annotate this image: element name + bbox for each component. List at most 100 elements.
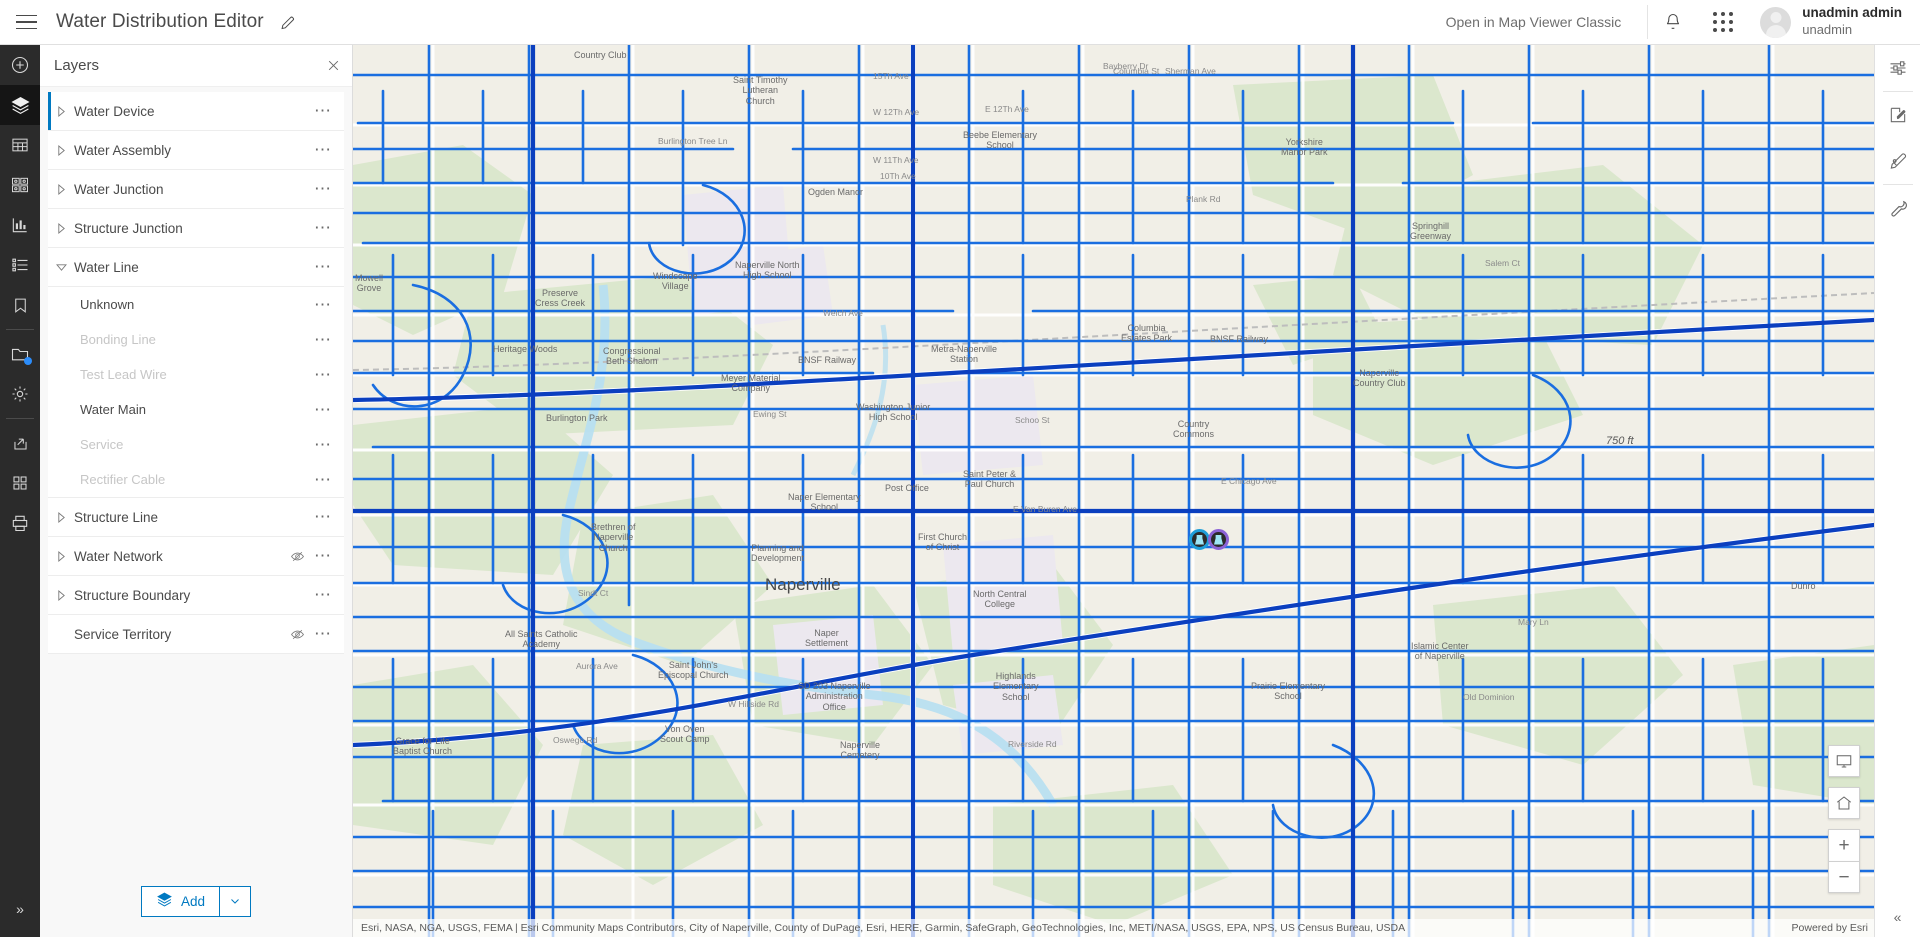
- map-vector-layer: [353, 45, 1874, 937]
- layer-name: Water Junction: [74, 181, 164, 197]
- zoom-in-label: +: [1838, 835, 1850, 856]
- water-device-marker[interactable]: [1189, 529, 1210, 550]
- folder-icon[interactable]: [0, 334, 40, 374]
- avatar: [1760, 6, 1792, 38]
- ellipsis-icon[interactable]: ⋯: [312, 292, 334, 318]
- eye-off-icon[interactable]: [286, 621, 308, 647]
- layer-name: Structure Line: [74, 509, 159, 525]
- layers-icon: [156, 891, 173, 911]
- ellipsis-icon[interactable]: ⋯: [312, 397, 334, 423]
- display-icon[interactable]: [1828, 745, 1860, 777]
- print-icon[interactable]: [0, 503, 40, 543]
- ellipsis-icon[interactable]: ⋯: [312, 467, 334, 493]
- ellipsis-icon[interactable]: ⋯: [312, 432, 334, 458]
- layer-list[interactable]: Water Device ⋯ Water Assembly ⋯ Water Juncti…: [40, 87, 352, 865]
- chevron-down-icon[interactable]: [48, 263, 74, 272]
- ellipsis-icon[interactable]: ⋯: [312, 254, 334, 280]
- layers-title: Layers: [54, 57, 100, 74]
- chevron-right-icon[interactable]: [48, 222, 74, 234]
- layer-actions: ⋯: [312, 176, 344, 202]
- legend-icon[interactable]: [0, 245, 40, 285]
- chevron-right-icon[interactable]: [48, 144, 74, 156]
- table-icon[interactable]: [0, 125, 40, 165]
- sublayer-row-service[interactable]: Service ⋯: [48, 427, 344, 462]
- layer-name: Water Assembly: [74, 142, 172, 158]
- sublayer-actions: ⋯: [312, 467, 344, 493]
- ellipsis-icon[interactable]: ⋯: [312, 543, 334, 569]
- sublayer-row-rectifier-cable[interactable]: Rectifier Cable ⋯: [48, 462, 344, 497]
- layer-actions: ⋯: [312, 582, 344, 608]
- layer-row-structure-boundary[interactable]: Structure Boundary ⋯: [48, 576, 344, 615]
- layer-row-structure-junction[interactable]: Structure Junction ⋯: [48, 209, 344, 248]
- zoom-in-button[interactable]: +: [1828, 829, 1860, 861]
- open-in-map-viewer-classic-link[interactable]: Open in Map Viewer Classic: [1446, 14, 1648, 30]
- add-button[interactable]: Add: [140, 885, 221, 917]
- ellipsis-icon[interactable]: ⋯: [312, 98, 334, 124]
- pencil-icon[interactable]: [280, 14, 297, 31]
- add-button-label: Add: [180, 893, 206, 909]
- sublayer-row-water-main[interactable]: Water Main ⋯: [48, 392, 344, 427]
- chevron-double-right-icon[interactable]: »: [0, 889, 40, 929]
- settings-sliders-icon[interactable]: [1875, 45, 1920, 91]
- notification-dot: [24, 357, 32, 365]
- chevron-down-icon[interactable]: [220, 885, 252, 917]
- user-menu[interactable]: unadmin admin unadmin: [1748, 5, 1920, 38]
- layers-panel-header: Layers: [40, 45, 352, 87]
- ellipsis-icon[interactable]: ⋯: [312, 137, 334, 163]
- ellipsis-icon[interactable]: ⋯: [312, 582, 334, 608]
- add-circle-icon[interactable]: [0, 45, 40, 85]
- app-grid-icon[interactable]: [1698, 0, 1748, 45]
- layer-row-service-territory[interactable]: Service Territory ⋯: [48, 615, 344, 654]
- ellipsis-icon[interactable]: ⋯: [312, 504, 334, 530]
- eye-off-icon[interactable]: [286, 543, 308, 569]
- hamburger-icon[interactable]: [0, 0, 52, 45]
- layers-icon[interactable]: [0, 85, 40, 125]
- sublayer-name: Rectifier Cable: [80, 472, 166, 487]
- sublayer-row-bonding-line[interactable]: Bonding Line ⋯: [48, 322, 344, 357]
- chart-icon[interactable]: [0, 205, 40, 245]
- chevron-right-icon[interactable]: [48, 511, 74, 523]
- ellipsis-icon[interactable]: ⋯: [312, 327, 334, 353]
- basemap-icon[interactable]: [0, 165, 40, 205]
- ellipsis-icon[interactable]: ⋯: [312, 362, 334, 388]
- layer-name: Structure Junction: [74, 220, 183, 236]
- sublayer-row-unknown[interactable]: Unknown ⋯: [48, 287, 344, 322]
- ellipsis-icon[interactable]: ⋯: [312, 215, 334, 241]
- chevron-right-icon[interactable]: [48, 589, 74, 601]
- edit-square-icon[interactable]: [1875, 92, 1920, 138]
- apps-icon[interactable]: [0, 463, 40, 503]
- water-device-marker[interactable]: [1208, 529, 1229, 550]
- chevron-right-icon[interactable]: [48, 183, 74, 195]
- ellipsis-icon[interactable]: ⋯: [312, 176, 334, 202]
- layer-actions: ⋯: [312, 215, 344, 241]
- sublayer-group: Unknown ⋯ Bonding Line ⋯ Test Lead Wire ⋯ Wate…: [48, 287, 344, 498]
- layer-row-water-network[interactable]: Water Network ⋯: [48, 537, 344, 576]
- hydrant-glyph: [1214, 534, 1223, 545]
- home-icon[interactable]: [1828, 787, 1860, 819]
- chevron-right-icon[interactable]: [48, 105, 74, 117]
- chevron-double-left-icon[interactable]: «: [1894, 909, 1902, 925]
- close-icon[interactable]: [327, 59, 340, 72]
- layer-actions: ⋯: [312, 254, 344, 280]
- sublayer-row-test-lead-wire[interactable]: Test Lead Wire ⋯: [48, 357, 344, 392]
- chevron-right-icon[interactable]: [48, 550, 74, 562]
- user-fullname: unadmin admin: [1802, 5, 1902, 21]
- layer-row-water-junction[interactable]: Water Junction ⋯: [48, 170, 344, 209]
- zoom-out-button[interactable]: −: [1828, 861, 1860, 893]
- pencil-edit-icon[interactable]: [1875, 138, 1920, 184]
- sublayer-actions: ⋯: [312, 292, 344, 318]
- layer-row-structure-line[interactable]: Structure Line ⋯: [48, 498, 344, 537]
- layer-row-water-assembly[interactable]: Water Assembly ⋯: [48, 131, 344, 170]
- share-icon[interactable]: [0, 423, 40, 463]
- gear-icon[interactable]: [0, 374, 40, 414]
- map-canvas[interactable]: Country Club Saint Timothy Lutheran Churc…: [353, 45, 1874, 937]
- app-header: Water Distribution Editor Open in Map Vi…: [0, 0, 1920, 45]
- bell-icon[interactable]: [1648, 0, 1698, 45]
- ellipsis-icon[interactable]: ⋯: [312, 621, 334, 647]
- layer-row-water-device[interactable]: Water Device ⋯: [48, 92, 344, 131]
- sublayer-name: Bonding Line: [80, 332, 156, 347]
- layer-row-water-line[interactable]: Water Line ⋯: [48, 248, 344, 287]
- sublayer-actions: ⋯: [312, 432, 344, 458]
- bookmark-icon[interactable]: [0, 285, 40, 325]
- wrench-icon[interactable]: [1875, 185, 1920, 231]
